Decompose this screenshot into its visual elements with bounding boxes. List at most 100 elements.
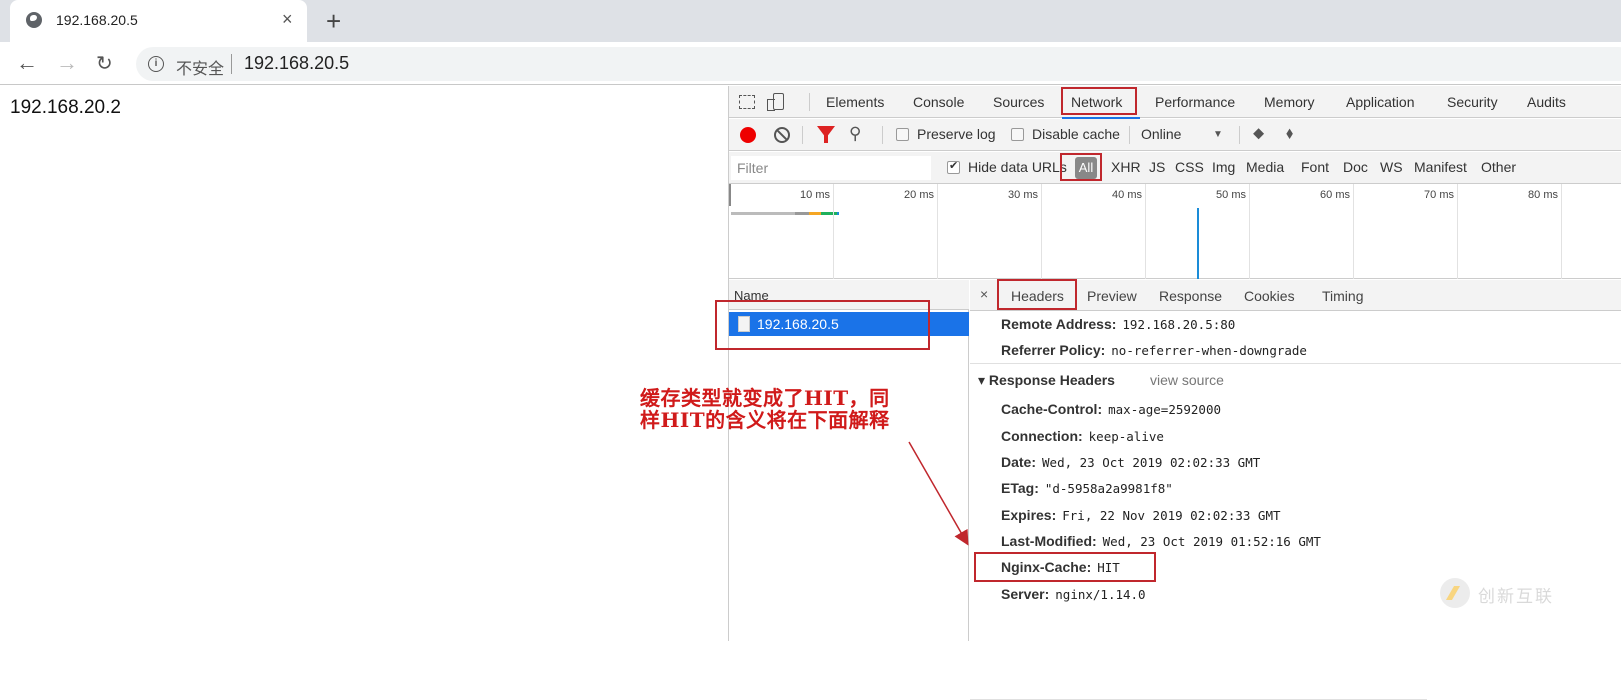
filter-type-js[interactable]: JS bbox=[1149, 159, 1165, 175]
tab-performance[interactable]: Performance bbox=[1155, 94, 1235, 110]
header-value: max-age=2592000 bbox=[1108, 402, 1222, 417]
filter-type-font[interactable]: Font bbox=[1301, 159, 1329, 175]
header-key: Server: bbox=[1001, 586, 1050, 602]
tab-response[interactable]: Response bbox=[1159, 288, 1222, 304]
header-key: Date: bbox=[1001, 454, 1037, 470]
tab-timing[interactable]: Timing bbox=[1322, 288, 1364, 304]
view-source-link[interactable]: view source bbox=[1150, 372, 1224, 388]
new-tab-button[interactable]: + bbox=[326, 6, 341, 37]
header-key: Remote Address: bbox=[1001, 316, 1117, 332]
overview-gridline bbox=[1561, 184, 1562, 279]
devtools-tab-bar: Elements Console Sources Network Perform… bbox=[729, 86, 1621, 119]
header-key: Cache-Control: bbox=[1001, 401, 1103, 417]
header-value: "d-5958a2a9981f8" bbox=[1044, 481, 1173, 496]
chevron-down-icon[interactable]: ▼ bbox=[1213, 129, 1223, 140]
tab-application[interactable]: Application bbox=[1346, 94, 1415, 110]
filter-bar: Hide data URLs All XHR JS CSS Img Media … bbox=[729, 152, 1621, 184]
disable-cache-checkbox[interactable] bbox=[1011, 128, 1024, 141]
browser-tab[interactable]: 192.168.20.5 × bbox=[10, 0, 307, 42]
filter-input[interactable] bbox=[731, 156, 931, 180]
close-icon[interactable]: × bbox=[980, 286, 988, 302]
header-value: Fri, 22 Nov 2019 02:02:33 GMT bbox=[1062, 508, 1281, 523]
record-button[interactable] bbox=[740, 127, 756, 143]
tab-audits[interactable]: Audits bbox=[1527, 94, 1566, 110]
filter-icon[interactable] bbox=[817, 126, 835, 143]
import-har-icon[interactable]: ⬥ bbox=[1253, 125, 1264, 143]
overview-gridline bbox=[1041, 184, 1042, 279]
throttle-select[interactable]: Online bbox=[1141, 126, 1181, 142]
tab-preview[interactable]: Preview bbox=[1087, 288, 1137, 304]
request-bar-stalled bbox=[731, 212, 795, 215]
header-key: ETag: bbox=[1001, 480, 1039, 496]
header-key: Connection: bbox=[1001, 428, 1083, 444]
header-key: Last-Modified: bbox=[1001, 533, 1097, 549]
header-row: Connection: keep-alive bbox=[1001, 428, 1164, 444]
highlight-box bbox=[1060, 153, 1102, 181]
request-bar-download bbox=[837, 212, 839, 215]
export-har-icon[interactable]: ⬧ bbox=[1286, 125, 1293, 143]
tab-cookies[interactable]: Cookies bbox=[1244, 288, 1295, 304]
network-controls: ⚲ Preserve log Disable cache Online ▼ ⬥ … bbox=[729, 119, 1621, 151]
tab-title: 192.168.20.5 bbox=[56, 12, 138, 28]
load-event-marker bbox=[1197, 208, 1199, 279]
overview-tick-label: 10 ms bbox=[800, 189, 830, 201]
devtools-panel: Elements Console Sources Network Perform… bbox=[728, 86, 1621, 700]
response-headers-toggle[interactable]: ▾ Response Headers bbox=[978, 372, 1115, 389]
filter-type-xhr[interactable]: XHR bbox=[1111, 159, 1141, 175]
security-label[interactable]: 不安全 bbox=[176, 55, 224, 79]
header-row: Date: Wed, 23 Oct 2019 02:02:33 GMT bbox=[1001, 454, 1260, 470]
request-bar-waiting bbox=[821, 212, 837, 215]
filter-type-ws[interactable]: WS bbox=[1380, 159, 1403, 175]
tab-memory[interactable]: Memory bbox=[1264, 94, 1315, 110]
inspect-element-icon[interactable] bbox=[739, 95, 755, 109]
omnibox-separator bbox=[231, 54, 232, 74]
header-value: keep-alive bbox=[1088, 429, 1164, 444]
header-row: Last-Modified: Wed, 23 Oct 2019 01:52:16 … bbox=[1001, 533, 1321, 549]
filter-type-manifest[interactable]: Manifest bbox=[1414, 159, 1467, 175]
watermark-logo-icon bbox=[1440, 578, 1470, 608]
filter-type-media[interactable]: Media bbox=[1246, 159, 1284, 175]
highlight-box bbox=[1061, 87, 1137, 115]
address-bar[interactable]: i 不安全 192.168.20.5 bbox=[136, 47, 1621, 81]
tab-security[interactable]: Security bbox=[1447, 94, 1498, 110]
section-divider bbox=[970, 363, 1621, 364]
overview-gridline bbox=[937, 184, 938, 279]
overview-tick-label: 60 ms bbox=[1320, 189, 1350, 201]
tab-console[interactable]: Console bbox=[913, 94, 964, 110]
info-icon[interactable]: i bbox=[148, 56, 164, 72]
header-key: Referrer Policy: bbox=[1001, 342, 1106, 358]
browser-toolbar: ← → ↻ i 不安全 192.168.20.5 bbox=[0, 42, 1621, 85]
header-key: Expires: bbox=[1001, 507, 1057, 523]
tab-strip: 192.168.20.5 × + bbox=[0, 0, 1621, 42]
request-bar-queue bbox=[795, 212, 809, 215]
annotation-text: 缓存类型就变成了HIT，同 样HIT的含义将在下面解释 bbox=[640, 386, 890, 432]
header-value: Wed, 23 Oct 2019 02:02:33 GMT bbox=[1042, 455, 1261, 470]
tab-close-button[interactable]: × bbox=[282, 9, 293, 30]
tab-elements[interactable]: Elements bbox=[826, 94, 884, 110]
highlight-box bbox=[974, 552, 1156, 582]
filter-type-img[interactable]: Img bbox=[1212, 159, 1235, 175]
forward-button[interactable]: → bbox=[56, 50, 78, 76]
details-tab-bar: × Headers Preview Response Cookies Timin… bbox=[970, 279, 1621, 311]
filter-type-css[interactable]: CSS bbox=[1175, 159, 1204, 175]
overview-tick-label: 50 ms bbox=[1216, 189, 1246, 201]
header-value: Wed, 23 Oct 2019 01:52:16 GMT bbox=[1102, 534, 1321, 549]
clear-button[interactable] bbox=[774, 127, 790, 143]
watermark-text: 创新互联 bbox=[1478, 587, 1554, 606]
timeline-overview[interactable]: 10 ms 20 ms 30 ms 40 ms 50 ms 60 ms 70 ms 80 ms bbox=[729, 184, 1621, 279]
divider bbox=[802, 126, 803, 144]
reload-button[interactable]: ↻ bbox=[96, 51, 113, 76]
url-text[interactable]: 192.168.20.5 bbox=[244, 53, 349, 74]
tab-sources[interactable]: Sources bbox=[993, 94, 1044, 110]
filter-type-doc[interactable]: Doc bbox=[1343, 159, 1368, 175]
divider bbox=[1239, 126, 1240, 144]
filter-type-other[interactable]: Other bbox=[1481, 159, 1516, 175]
header-row: Expires: Fri, 22 Nov 2019 02:02:33 GMT bbox=[1001, 507, 1281, 523]
divider bbox=[809, 93, 810, 111]
header-row: Referrer Policy: no-referrer-when-downgra… bbox=[1001, 342, 1307, 358]
search-icon[interactable]: ⚲ bbox=[849, 124, 861, 144]
device-toolbar-icon[interactable] bbox=[767, 93, 784, 111]
preserve-log-checkbox[interactable] bbox=[896, 128, 909, 141]
hide-data-urls-checkbox[interactable] bbox=[947, 159, 960, 174]
back-button[interactable]: ← bbox=[16, 50, 38, 76]
